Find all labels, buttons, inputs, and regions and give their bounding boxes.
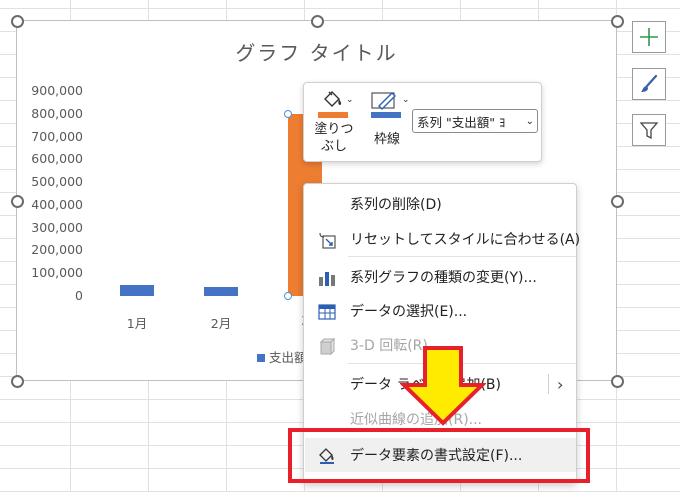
menu-item-select-data[interactable]: データの選択(E)... <box>305 294 576 328</box>
outline-color-swatch <box>371 112 401 118</box>
resize-handle-bottom-left[interactable] <box>11 375 24 388</box>
red-highlight-box <box>288 428 590 483</box>
menu-item-change-chart-type[interactable]: 系列グラフの種類の変更(Y)... <box>305 260 576 294</box>
plus-icon <box>640 28 658 46</box>
chart-elements-button[interactable] <box>632 21 666 53</box>
submenu-separator <box>548 374 549 394</box>
chart-filters-button[interactable] <box>632 114 666 146</box>
y-tick-label: 0 <box>75 288 83 303</box>
brush-icon <box>641 74 658 92</box>
y-tick-label: 600,000 <box>31 151 83 167</box>
chevron-down-icon: ⌄ <box>525 115 534 127</box>
legend-label: 支出額 <box>269 350 307 365</box>
paint-bucket-icon <box>324 91 342 107</box>
resize-handle-top-right[interactable] <box>611 15 624 28</box>
fill-color-swatch <box>318 112 348 118</box>
y-tick-label: 300,000 <box>31 219 83 235</box>
y-tick-label: 900,000 <box>31 83 83 98</box>
chart-type-icon <box>319 272 335 286</box>
menu-item-delete-series[interactable]: 系列の削除(D) <box>305 187 576 221</box>
outline-button[interactable]: ⌄ 枠線 <box>366 87 410 147</box>
y-tick-label: 100,000 <box>31 265 83 281</box>
chart-styles-button[interactable] <box>632 68 666 100</box>
yellow-arrow-annotation <box>400 346 486 426</box>
data-point-handle[interactable] <box>284 292 292 300</box>
chart-bar[interactable] <box>204 286 238 296</box>
fill-label: 塗りつ ぶし <box>314 122 354 154</box>
y-tick-label: 500,000 <box>31 174 83 190</box>
grid-row-line <box>0 8 680 9</box>
x-tick-label: 1月 <box>126 316 148 331</box>
fill-button[interactable]: ⌄ 塗りつ ぶし <box>314 87 356 159</box>
mini-toolbar: ⌄ 塗りつ ぶし ⌄ 枠線 系列 "支出額" ﾖ ⌄ <box>303 82 542 162</box>
resize-handle-top[interactable] <box>311 15 324 28</box>
legend-swatch <box>257 354 265 362</box>
chart-bar[interactable] <box>120 284 154 296</box>
pen-icon <box>371 92 396 110</box>
chevron-down-icon[interactable]: ⌄ <box>402 95 410 105</box>
reset-style-icon <box>319 232 336 249</box>
chevron-down-icon[interactable]: ⌄ <box>346 95 354 105</box>
data-point-handle[interactable] <box>284 109 292 118</box>
menu-item-reset-style[interactable]: リセットしてスタイルに合わせる(A) <box>305 222 580 256</box>
y-tick-label: 800,000 <box>31 105 83 121</box>
series-select-dropdown[interactable]: 系列 "支出額" ﾖ ⌄ <box>412 109 538 133</box>
y-tick-label: 700,000 <box>31 128 83 144</box>
chevron-right-icon[interactable]: › <box>557 375 563 394</box>
series-select-value: 系列 "支出額" ﾖ <box>417 114 506 130</box>
outline-label: 枠線 <box>373 132 400 147</box>
menu-separator <box>348 256 576 257</box>
x-tick-label: 2月 <box>210 316 232 331</box>
chart-legend[interactable]: 支出額 <box>257 347 307 366</box>
resize-handle-right[interactable] <box>611 195 624 208</box>
filter-icon <box>639 122 659 140</box>
resize-handle-bottom-right[interactable] <box>611 375 624 388</box>
y-tick-label: 200,000 <box>31 242 83 258</box>
select-data-icon <box>318 304 336 320</box>
3d-rotation-icon <box>319 337 336 356</box>
resize-handle-top-left[interactable] <box>11 15 24 28</box>
resize-handle-left[interactable] <box>11 195 24 208</box>
chart-title[interactable]: グラフ タイトル <box>17 37 616 66</box>
y-tick-label: 400,000 <box>31 196 83 212</box>
